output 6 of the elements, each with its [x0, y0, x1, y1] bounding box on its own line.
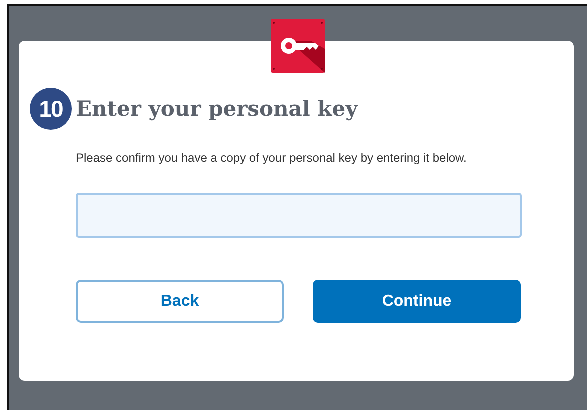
- instructions-text: Please confirm you have a copy of your personal key by entering it below.: [76, 150, 467, 167]
- personal-key-field[interactable]: [76, 193, 522, 238]
- back-button[interactable]: Back: [76, 280, 284, 323]
- step-number: 10: [30, 88, 72, 130]
- continue-button[interactable]: Continue: [313, 280, 521, 323]
- step-title: Enter your personal key: [76, 96, 358, 122]
